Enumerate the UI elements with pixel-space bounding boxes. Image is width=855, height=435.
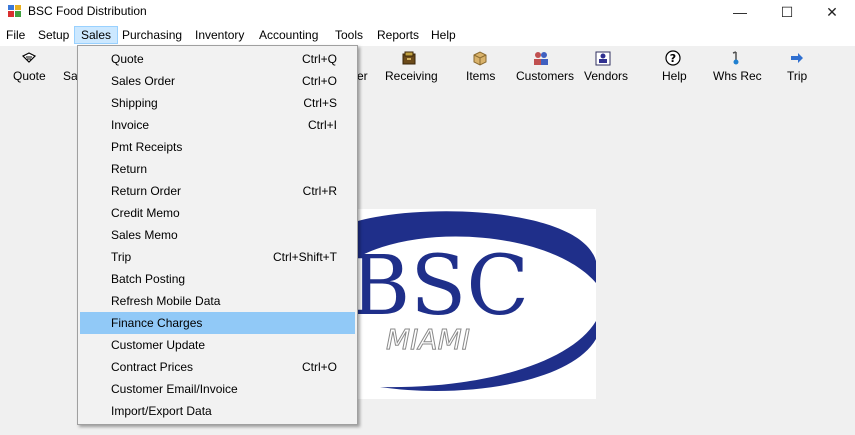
menu-item-customer-email-invoice[interactable]: Customer Email/Invoice	[80, 378, 355, 400]
svg-text:?: ?	[670, 52, 676, 65]
menu-item-label: Return	[111, 162, 148, 176]
toolbar-quote-button[interactable]: Quote	[13, 50, 46, 83]
menu-item-shortcut: Ctrl+I	[307, 118, 337, 132]
menu-item-credit-memo[interactable]: Credit Memo	[80, 202, 355, 224]
toolbar-whs-rec-button[interactable]: Whs Rec	[713, 50, 762, 83]
menu-item-label: Customer Update	[111, 338, 206, 352]
menu-file[interactable]: File	[3, 27, 28, 43]
toolbar-help-button[interactable]: ? Help	[662, 50, 687, 83]
menu-item-label: Batch Posting	[111, 272, 186, 286]
toolbar-trip-label: Trip	[787, 69, 808, 83]
menu-inventory[interactable]: Inventory	[192, 27, 247, 43]
menu-item-shipping[interactable]: Shipping Ctrl+S	[80, 92, 355, 114]
whs-rec-icon	[732, 51, 739, 65]
logo-bsc-text: BSC	[350, 239, 529, 334]
menu-item-label: Quote	[111, 52, 144, 66]
menu-item-sales-order[interactable]: Sales Order Ctrl+O	[80, 70, 355, 92]
menu-item-label: Sales Order	[111, 74, 176, 88]
menu-item-label: Trip	[111, 250, 132, 264]
menu-reports[interactable]: Reports	[374, 27, 422, 43]
menu-item-shortcut: Ctrl+S	[303, 96, 337, 110]
toolbar-vendors-button[interactable]: Vendors	[584, 50, 628, 83]
vendors-icon	[595, 51, 611, 66]
menu-help[interactable]: Help	[428, 27, 459, 43]
toolbar-sales-button[interactable]: Sa	[63, 50, 78, 83]
toolbar-receiving-button[interactable]: Receiving	[385, 50, 438, 83]
menu-item-trip[interactable]: Trip Ctrl+Shift+T	[80, 246, 355, 268]
toolbar-order-label: er	[357, 69, 368, 83]
menu-item-shortcut: Ctrl+R	[302, 184, 337, 198]
menu-item-customer-update[interactable]: Customer Update	[80, 334, 355, 356]
menu-item-shortcut: Ctrl+O	[301, 360, 337, 374]
toolbar-sales-label: Sa	[63, 69, 78, 83]
menu-item-return[interactable]: Return	[80, 158, 355, 180]
trip-arrow-icon	[791, 53, 803, 63]
menu-item-return-order[interactable]: Return Order Ctrl+R	[80, 180, 355, 202]
menu-purchasing[interactable]: Purchasing	[119, 27, 185, 43]
sales-dropdown-menu: Quote Ctrl+Q Sales Order Ctrl+O Shipping…	[77, 45, 358, 425]
toolbar-quote-label: Quote	[13, 69, 46, 83]
menu-item-label: Finance Charges	[111, 316, 203, 330]
toolbar-help-label: Help	[662, 69, 687, 83]
menu-item-contract-prices[interactable]: Contract Prices Ctrl+O	[80, 356, 355, 378]
menu-item-invoice[interactable]: Invoice Ctrl+I	[80, 114, 355, 136]
menu-item-label: Import/Export Data	[111, 404, 212, 418]
menu-item-quote[interactable]: Quote Ctrl+Q	[80, 48, 355, 70]
quote-icon	[21, 52, 37, 63]
close-button[interactable]: ✕	[809, 0, 855, 24]
items-box-icon	[473, 51, 487, 66]
menu-item-label: Pmt Receipts	[111, 140, 183, 154]
toolbar-receiving-label: Receiving	[385, 69, 438, 83]
toolbar-items-button[interactable]: Items	[466, 50, 496, 83]
toolbar-whs-rec-label: Whs Rec	[713, 69, 762, 83]
menu-item-label: Customer Email/Invoice	[111, 382, 238, 396]
customers-icon	[534, 52, 548, 65]
menu-item-sales-memo[interactable]: Sales Memo	[80, 224, 355, 246]
menu-bar: File Setup Sales Purchasing Inventory Ac…	[0, 24, 855, 46]
menu-item-refresh-mobile-data[interactable]: Refresh Mobile Data	[80, 290, 355, 312]
menu-item-finance-charges[interactable]: Finance Charges	[80, 312, 355, 334]
menu-sales[interactable]: Sales	[74, 26, 119, 44]
menu-tools[interactable]: Tools	[332, 27, 366, 43]
toolbar-order-button[interactable]: er	[357, 50, 369, 83]
menu-item-shortcut: Ctrl+O	[301, 74, 337, 88]
menu-setup[interactable]: Setup	[35, 27, 72, 43]
toolbar-customers-label: Customers	[516, 69, 575, 83]
window-title: BSC Food Distribution	[28, 4, 147, 18]
toolbar-trip-button[interactable]: Trip	[787, 50, 807, 83]
maximize-button[interactable]: ☐	[764, 0, 810, 24]
menu-item-label: Sales Memo	[111, 228, 178, 242]
logo-miami-text: MIAMI	[386, 323, 470, 356]
toolbar-customers-button[interactable]: Customers	[516, 50, 574, 83]
menu-item-label: Invoice	[111, 118, 150, 132]
minimize-button[interactable]: —	[717, 0, 763, 24]
menu-item-shortcut: Ctrl+Shift+T	[272, 250, 337, 264]
menu-item-label: Shipping	[111, 96, 158, 110]
help-question-icon: ?	[665, 50, 681, 66]
toolbar-items-label: Items	[466, 69, 496, 83]
toolbar-vendors-label: Vendors	[584, 69, 629, 83]
menu-item-import-export-data[interactable]: Import/Export Data	[80, 400, 355, 422]
menu-item-shortcut: Ctrl+Q	[301, 52, 337, 66]
menu-accounting[interactable]: Accounting	[256, 27, 321, 43]
receiving-icon	[402, 51, 416, 65]
menu-item-pmt-receipts[interactable]: Pmt Receipts	[80, 136, 355, 158]
menu-item-label: Contract Prices	[111, 360, 194, 374]
menu-item-batch-posting[interactable]: Batch Posting	[80, 268, 355, 290]
app-icon	[8, 5, 21, 17]
bsc-logo-graphic: BSC MIAMI	[340, 211, 596, 391]
company-logo: BSC MIAMI	[340, 209, 596, 399]
menu-item-label: Return Order	[111, 184, 182, 198]
menu-item-label: Credit Memo	[111, 206, 180, 220]
title-bar: BSC Food Distribution — ☐ ✕	[0, 0, 855, 24]
menu-item-label: Refresh Mobile Data	[111, 294, 221, 308]
